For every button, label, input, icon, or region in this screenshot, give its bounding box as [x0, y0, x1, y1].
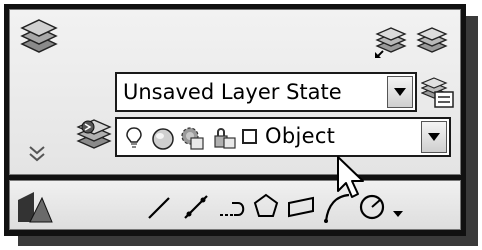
rectangle-icon[interactable]	[286, 195, 316, 219]
sun-freeze-icon[interactable]	[151, 127, 175, 151]
chevron-down-icon	[428, 133, 440, 141]
construction-line-icon[interactable]	[182, 193, 210, 221]
viewport-freeze-icon[interactable]	[179, 125, 205, 151]
draw-panel	[9, 180, 461, 230]
draw-panel-icon[interactable]	[16, 190, 54, 224]
lock-icon[interactable]	[212, 125, 238, 151]
polyline-icon[interactable]	[218, 195, 248, 221]
layer-dropdown-button[interactable]	[421, 121, 447, 153]
expand-chevron-icon[interactable]	[26, 143, 48, 165]
lightbulb-on-icon[interactable]	[125, 126, 143, 150]
layer-properties-icon[interactable]	[20, 18, 58, 54]
color-swatch-icon[interactable]	[242, 129, 257, 144]
current-layer-name: Object	[265, 124, 336, 148]
layer-state-dropdown-button[interactable]	[387, 76, 413, 108]
layer-combo[interactable]: Object	[115, 117, 451, 157]
more-dropdown-icon[interactable]	[392, 209, 404, 219]
layer-state-manager-icon[interactable]	[421, 77, 455, 109]
layer-state-value: Unsaved Layer State	[123, 80, 342, 104]
make-current-layer-icon[interactable]	[374, 27, 408, 59]
mouse-pointer-icon	[337, 156, 364, 198]
set-current-layer-icon[interactable]	[76, 118, 112, 152]
layer-state-combo[interactable]: Unsaved Layer State	[115, 72, 417, 112]
line-icon[interactable]	[146, 195, 172, 221]
chevron-down-icon	[394, 88, 406, 96]
polygon-icon[interactable]	[253, 193, 279, 219]
layers-panel: Unsaved Layer State Object	[9, 9, 461, 175]
match-layer-icon[interactable]	[415, 27, 449, 57]
